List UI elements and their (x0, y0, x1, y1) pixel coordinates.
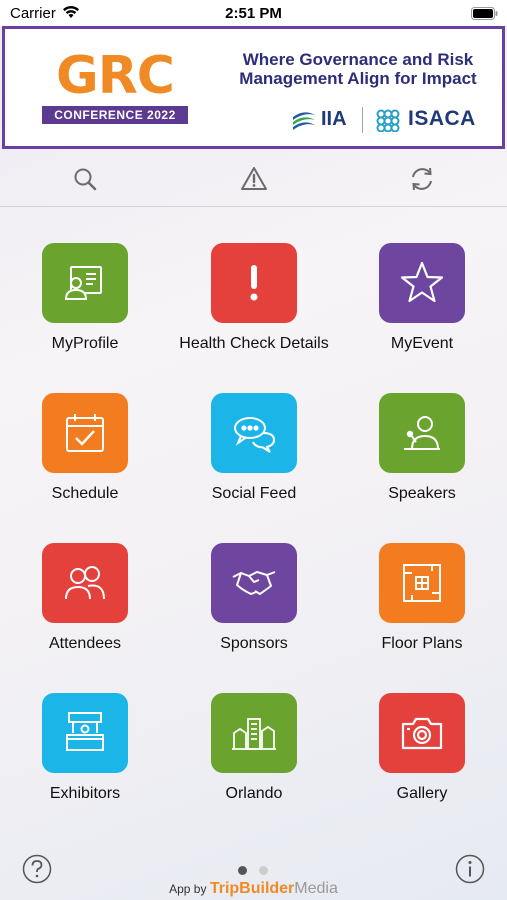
tile-orlando[interactable]: Orlando (174, 693, 334, 804)
tile-icon-bg (379, 243, 465, 323)
calendar-check-icon (66, 414, 104, 452)
tile-label: Sponsors (220, 635, 288, 652)
tile-social-feed[interactable]: Social Feed (174, 393, 334, 504)
tile-myevent[interactable]: MyEvent (342, 243, 502, 354)
tile-icon-bg (42, 693, 128, 773)
tile-label: Schedule (51, 485, 119, 502)
grc-logo: GRC CONFERENCE 2022 (42, 46, 188, 124)
tile-icon-bg (42, 243, 128, 323)
tile-icon-bg (211, 393, 297, 473)
exclamation-icon (250, 265, 258, 301)
logo-main-text: GRC (56, 46, 175, 106)
alert-icon (241, 167, 267, 190)
tile-label: Floor Plans (381, 635, 463, 652)
tile-icon-bg (42, 393, 128, 473)
tile-exhibitors[interactable]: Exhibitors (5, 693, 165, 804)
battery-icon (471, 7, 498, 20)
tile-attendees[interactable]: Attendees (5, 543, 165, 654)
tile-label: Health Check Details (179, 335, 329, 352)
tile-floor-plans[interactable]: Floor Plans (342, 543, 502, 654)
tile-icon-bg (211, 543, 297, 623)
tile-icon-bg (211, 243, 297, 323)
credit-prefix: App by (169, 882, 207, 896)
tile-sponsors[interactable]: Sponsors (174, 543, 334, 654)
sync-icon (412, 167, 432, 191)
page-dot-active[interactable] (238, 866, 247, 875)
tile-icon-bg (379, 393, 465, 473)
people-icon (65, 566, 105, 600)
tile-icon-bg (211, 693, 297, 773)
star-icon (400, 261, 444, 303)
booth-icon (66, 712, 104, 751)
credit-brand-suffix: Media (294, 880, 338, 897)
tile-gallery[interactable]: Gallery (342, 693, 502, 804)
logo-sub-text: CONFERENCE 2022 (42, 106, 188, 124)
page-dot[interactable] (259, 866, 268, 875)
tile-label: MyProfile (51, 335, 119, 352)
partner-logos: IIA ISACA (291, 107, 491, 133)
clock: 2:51 PM (225, 5, 282, 22)
search-icon (74, 168, 97, 191)
tile-myprofile[interactable]: MyProfile (5, 243, 165, 354)
sync-button[interactable] (408, 165, 436, 193)
alerts-button[interactable] (240, 165, 268, 193)
camera-icon (401, 717, 443, 750)
conference-banner: GRC CONFERENCE 2022 Where Governance and… (2, 26, 505, 149)
tile-label: Social Feed (211, 485, 297, 502)
page-indicator[interactable] (238, 866, 270, 876)
banner-tagline: Where Governance and Risk Management Ali… (239, 50, 477, 88)
isaca-label: ISACA (408, 107, 476, 130)
profile-card-icon (64, 266, 102, 300)
tile-health-check-details[interactable]: Health Check Details (174, 243, 334, 354)
isaca-logo-icon (376, 109, 400, 132)
floor-plan-icon (403, 564, 441, 602)
tile-label: Speakers (388, 485, 456, 502)
chat-bubbles-icon (234, 417, 276, 453)
tile-label: Gallery (396, 785, 448, 802)
status-bar: Carrier 2:51 PM (0, 0, 507, 26)
partner-divider (362, 107, 363, 133)
tile-label: Exhibitors (49, 785, 121, 802)
iia-logo-icon (293, 112, 315, 130)
search-button[interactable] (71, 165, 99, 193)
handshake-icon (232, 571, 276, 595)
tile-icon-bg (379, 693, 465, 773)
city-icon (232, 718, 276, 750)
iia-label: IIA (321, 108, 347, 130)
tile-label: Orlando (225, 785, 283, 802)
tile-speakers[interactable]: Speakers (342, 393, 502, 504)
tile-schedule[interactable]: Schedule (5, 393, 165, 504)
app-credit: App by TripBuilderMedia (0, 880, 507, 898)
speaker-podium-icon (404, 416, 440, 450)
credit-brand: TripBuilder (209, 880, 295, 897)
tile-label: Attendees (48, 635, 122, 652)
tile-icon-bg (379, 543, 465, 623)
toolbar (0, 151, 507, 207)
tile-label: MyEvent (390, 335, 454, 352)
tile-icon-bg (42, 543, 128, 623)
